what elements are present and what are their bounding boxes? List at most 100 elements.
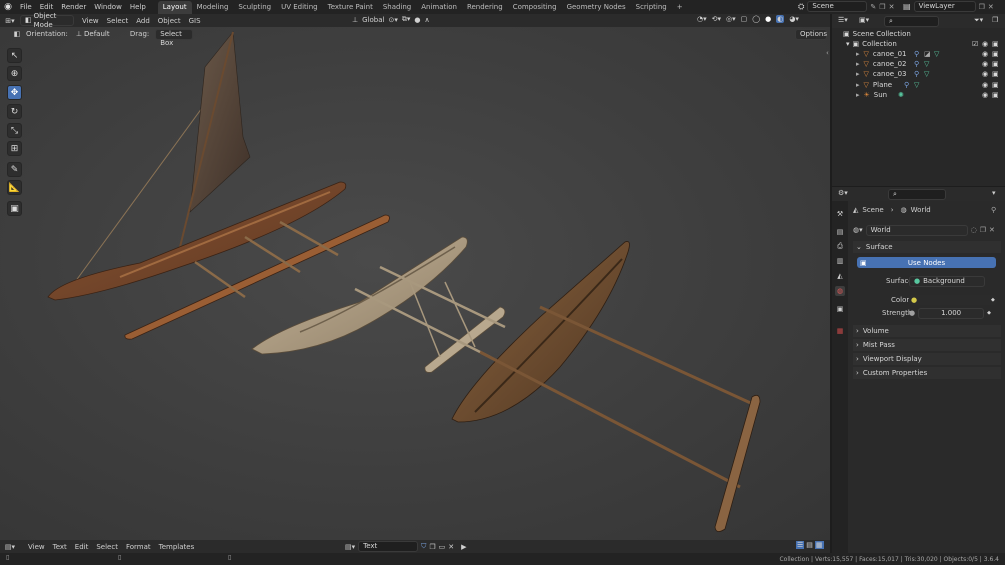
delete-view-layer-icon[interactable]: ✕ — [988, 3, 994, 11]
mesh-data-icon[interactable]: ▽ — [924, 60, 929, 68]
object-render-icon[interactable]: ▣ — [992, 81, 999, 89]
falloff-icon[interactable]: ∧ — [424, 16, 429, 24]
tab-shading[interactable]: Shading — [378, 1, 416, 14]
word-wrap-icon[interactable]: ▤ — [806, 541, 813, 549]
object-render-icon[interactable]: ▣ — [992, 91, 999, 99]
mesh-data-icon[interactable]: ▽ — [924, 70, 929, 78]
collection-checkbox[interactable]: ☑ — [972, 40, 978, 48]
strength-keyframe-icon[interactable]: ◆ — [987, 310, 991, 316]
scene-name-field[interactable]: Scene — [807, 1, 868, 12]
tool-tab-icon[interactable]: ⚒ — [835, 209, 845, 219]
snap-icon[interactable]: ⧉▾ — [402, 15, 411, 24]
object-visibility-icon[interactable]: ◉ — [982, 70, 988, 78]
texture-tab-icon[interactable]: ▦ — [835, 326, 845, 336]
text-menu-edit[interactable]: Edit — [71, 540, 93, 554]
tab-compositing[interactable]: Compositing — [508, 1, 562, 14]
surface-shader-dropdown[interactable]: ● Background — [909, 276, 985, 287]
new-view-layer-icon[interactable]: ❐ — [979, 3, 985, 11]
world-browse-icon[interactable]: ◍▾ — [853, 226, 863, 234]
fake-user-icon[interactable]: ◌ — [971, 226, 977, 234]
proportional-edit-icon[interactable]: ● — [414, 16, 420, 24]
viewport-display-section-header[interactable]: › Viewport Display — [853, 353, 1001, 365]
annotate-tool-button[interactable]: ✎ — [7, 162, 22, 177]
transform-orientation-dropdown[interactable]: Global — [362, 16, 384, 24]
text-name-field[interactable]: Text — [358, 541, 419, 552]
gizmo-icon[interactable]: ⟲▾ — [712, 15, 721, 23]
canoe-02-model[interactable] — [251, 236, 506, 373]
object-render-icon[interactable]: ▣ — [992, 70, 999, 78]
3d-viewport[interactable]: ↖ ⊕ ✥ ↻ ⤡ ⊞ ✎ 📐 ▣ ‹ — [0, 27, 830, 540]
object-visibility-icon[interactable]: ◉ — [982, 91, 988, 99]
viewport-menu-add[interactable]: Add — [132, 14, 154, 28]
mesh-data-icon[interactable]: ▽ — [914, 81, 919, 89]
collapse-icon[interactable]: ▾ — [846, 40, 850, 48]
add-workspace-button[interactable]: + — [672, 1, 688, 14]
mesh-data-icon[interactable]: ▽ — [934, 50, 939, 58]
canoe-01-model[interactable] — [47, 31, 390, 340]
new-text-icon[interactable]: ❐ — [429, 543, 435, 551]
new-scene-icon[interactable]: ❐ — [879, 3, 885, 11]
pin-icon[interactable]: ✎ — [870, 3, 876, 11]
open-text-icon[interactable]: ▭ — [439, 543, 446, 551]
add-cube-tool-button[interactable]: ▣ — [7, 201, 22, 216]
modifier-icon[interactable]: ⚲ — [914, 50, 919, 58]
blender-logo-icon[interactable]: ◉ — [0, 2, 16, 12]
object-render-icon[interactable]: ▣ — [992, 50, 999, 58]
pivot-icon[interactable]: ⊙▾ — [388, 16, 397, 24]
viewport-menu-view[interactable]: View — [78, 14, 103, 28]
canoe-03-model[interactable] — [451, 241, 761, 532]
text-menu-text[interactable]: Text — [49, 540, 71, 554]
collection-visibility-icon[interactable]: ◉ — [982, 40, 988, 48]
render-tab-icon[interactable]: ▤ — [835, 227, 845, 237]
outliner-object-row[interactable]: ▸ ▽ canoe_02 ⚲ ▽ ◉ ▣ — [856, 59, 1003, 69]
editor-type-icon[interactable]: ⊞▾ — [0, 17, 20, 25]
text-editor-type-icon[interactable]: ▤▾ — [0, 543, 20, 551]
pin-icon[interactable]: ⚲ — [991, 206, 996, 214]
rendered-shading-icon[interactable]: ◕▾ — [789, 15, 799, 23]
view-layer-tab-icon[interactable]: ▥ — [835, 256, 845, 266]
expand-icon[interactable]: ▸ — [856, 81, 860, 89]
expand-icon[interactable]: ▸ — [856, 70, 860, 78]
tab-animation[interactable]: Animation — [416, 1, 462, 14]
properties-options-icon[interactable]: ▾ — [992, 189, 996, 197]
tab-layout[interactable]: Layout — [157, 0, 192, 14]
wireframe-shading-icon[interactable]: ◯ — [752, 15, 760, 23]
overlays-icon[interactable]: ◎▾ — [726, 15, 736, 23]
text-menu-select[interactable]: Select — [92, 540, 122, 554]
syntax-highlight-icon[interactable]: ▦ — [814, 541, 824, 549]
volume-section-header[interactable]: › Volume — [853, 325, 1001, 337]
tab-geometry-nodes[interactable]: Geometry Nodes — [562, 1, 631, 14]
scene-icon[interactable]: ⛭ — [798, 2, 804, 12]
view-layer-field[interactable]: ViewLayer — [913, 1, 976, 12]
visibility-icon[interactable]: ◔▾ — [697, 15, 707, 23]
line-numbers-icon[interactable]: ☰ — [796, 541, 805, 549]
drag-dropdown[interactable]: Select Box — [155, 28, 194, 47]
object-visibility-icon[interactable]: ◉ — [982, 50, 988, 58]
outliner-collection[interactable]: ▾ ▣ Collection ☑ ◉ ▣ — [846, 39, 1003, 49]
outliner-editor-icon[interactable]: ☰▾ — [838, 16, 848, 24]
tab-scripting[interactable]: Scripting — [631, 1, 672, 14]
cursor-tool-button[interactable]: ⊕ — [7, 66, 22, 81]
material-icon[interactable]: ◪ — [924, 50, 931, 58]
use-nodes-button[interactable]: ▣ Use Nodes — [857, 257, 996, 268]
filter-icon[interactable]: ⏷▾ — [974, 16, 983, 25]
transform-tool-button[interactable]: ⊞ — [7, 141, 22, 156]
options-dropdown[interactable]: Options — [795, 29, 827, 40]
text-browse-icon[interactable]: ▤▾ — [345, 543, 355, 551]
fake-user-shield-icon[interactable]: ⛉ — [421, 542, 426, 551]
tab-texture-paint[interactable]: Texture Paint — [323, 1, 378, 14]
measure-tool-button[interactable]: 📐 — [7, 180, 22, 195]
custom-properties-section-header[interactable]: › Custom Properties — [853, 367, 1001, 379]
outliner-object-row[interactable]: ▸ ☀ Sun ✺ ◉ ▣ — [856, 90, 1003, 100]
tab-rendering[interactable]: Rendering — [462, 1, 508, 14]
orientation-dropdown[interactable]: ⊥ Default — [72, 29, 122, 40]
properties-search-input[interactable]: ⌕ — [888, 189, 946, 200]
output-tab-icon[interactable]: ⎙ — [835, 241, 845, 251]
strength-field[interactable]: 1.000 — [918, 307, 985, 319]
world-name-field[interactable]: World — [865, 224, 968, 236]
material-shading-icon[interactable]: ◐ — [776, 15, 785, 23]
mist-pass-section-header[interactable]: › Mist Pass — [853, 339, 1001, 351]
run-script-icon[interactable]: ▶ — [461, 543, 466, 551]
text-menu-templates[interactable]: Templates — [155, 540, 199, 554]
tab-modeling[interactable]: Modeling — [192, 1, 234, 14]
